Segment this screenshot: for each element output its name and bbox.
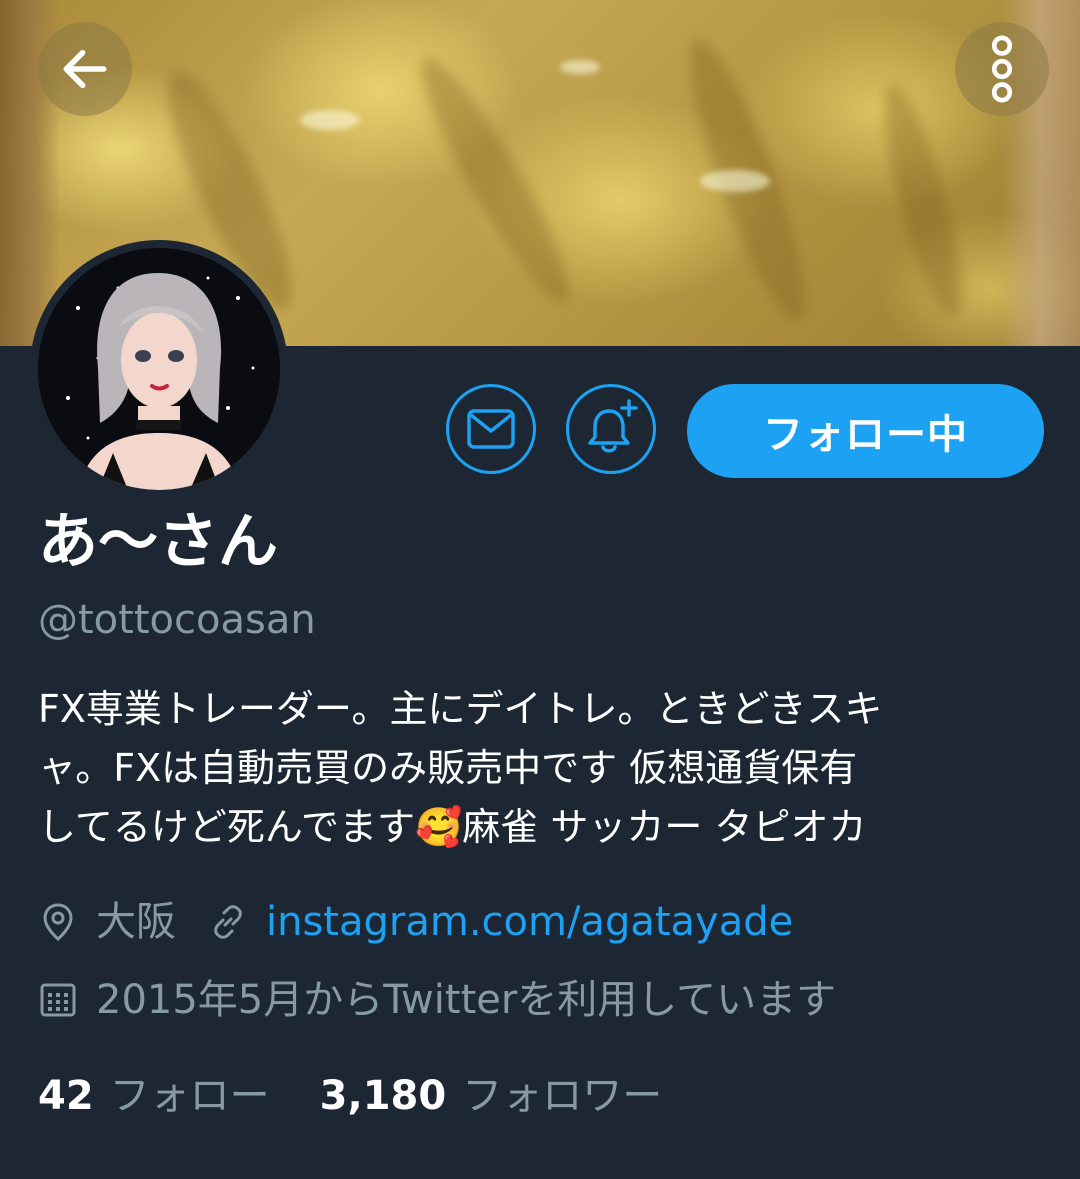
display-name: あ〜さん xyxy=(38,507,278,577)
bio-line: FX専業トレーダー。主にデイトレ。ときどきスキ xyxy=(38,687,883,731)
bio-line: ャ。FXは自動売買のみ販売中です 仮想通貨保有 xyxy=(38,746,858,790)
username: @tottocoasan xyxy=(38,597,316,643)
joined-date-text: 2015年5月からTwitterを利用しています xyxy=(96,977,837,1023)
link-icon xyxy=(208,900,248,944)
arrow-left-icon xyxy=(63,49,107,89)
avatar-ring xyxy=(30,240,288,498)
more-options-button[interactable] xyxy=(955,22,1049,116)
joined-row: 2015年5月からTwitterを利用しています xyxy=(38,974,836,1026)
calendar-icon xyxy=(38,978,78,1022)
following-link[interactable]: 42 フォロー xyxy=(38,1070,270,1122)
notifications-button[interactable] xyxy=(566,384,656,474)
website-link[interactable]: instagram.com/agatayade xyxy=(266,896,793,948)
location-text: 大阪 xyxy=(96,899,176,945)
location-icon xyxy=(38,900,78,944)
followers-link[interactable]: 3,180 フォロワー xyxy=(320,1070,663,1122)
following-label: フォロー xyxy=(109,1073,270,1119)
smiling-hearts-emoji: 🥰 xyxy=(414,805,463,849)
avatar-illustration xyxy=(38,248,280,490)
followers-count: 3,180 xyxy=(319,1073,447,1119)
bio-text: 麻雀 サッカー タピオカ xyxy=(462,805,867,849)
follow-stats: 42 フォロー 3,180 フォロワー xyxy=(38,1070,662,1122)
bio: FX専業トレーダー。主にデイトレ。ときどきスキ ャ。FXは自動売買のみ販売中です… xyxy=(38,680,1048,857)
bio-text: してるけど死んでます xyxy=(38,805,415,849)
more-vertical-icon xyxy=(991,35,1013,103)
bio-line: してるけど死んでます🥰麻雀 サッカー タピオカ xyxy=(38,798,1048,857)
avatar[interactable] xyxy=(38,248,280,490)
back-button[interactable] xyxy=(38,22,132,116)
following-button[interactable]: フォロー中 xyxy=(687,384,1044,478)
profile-meta-row: 大阪 instagram.com/agatayade xyxy=(38,896,793,948)
mail-icon xyxy=(467,409,515,449)
followers-label: フォロワー xyxy=(462,1073,663,1119)
following-count: 42 xyxy=(38,1073,94,1119)
bell-plus-icon xyxy=(588,399,638,453)
message-button[interactable] xyxy=(446,384,536,474)
